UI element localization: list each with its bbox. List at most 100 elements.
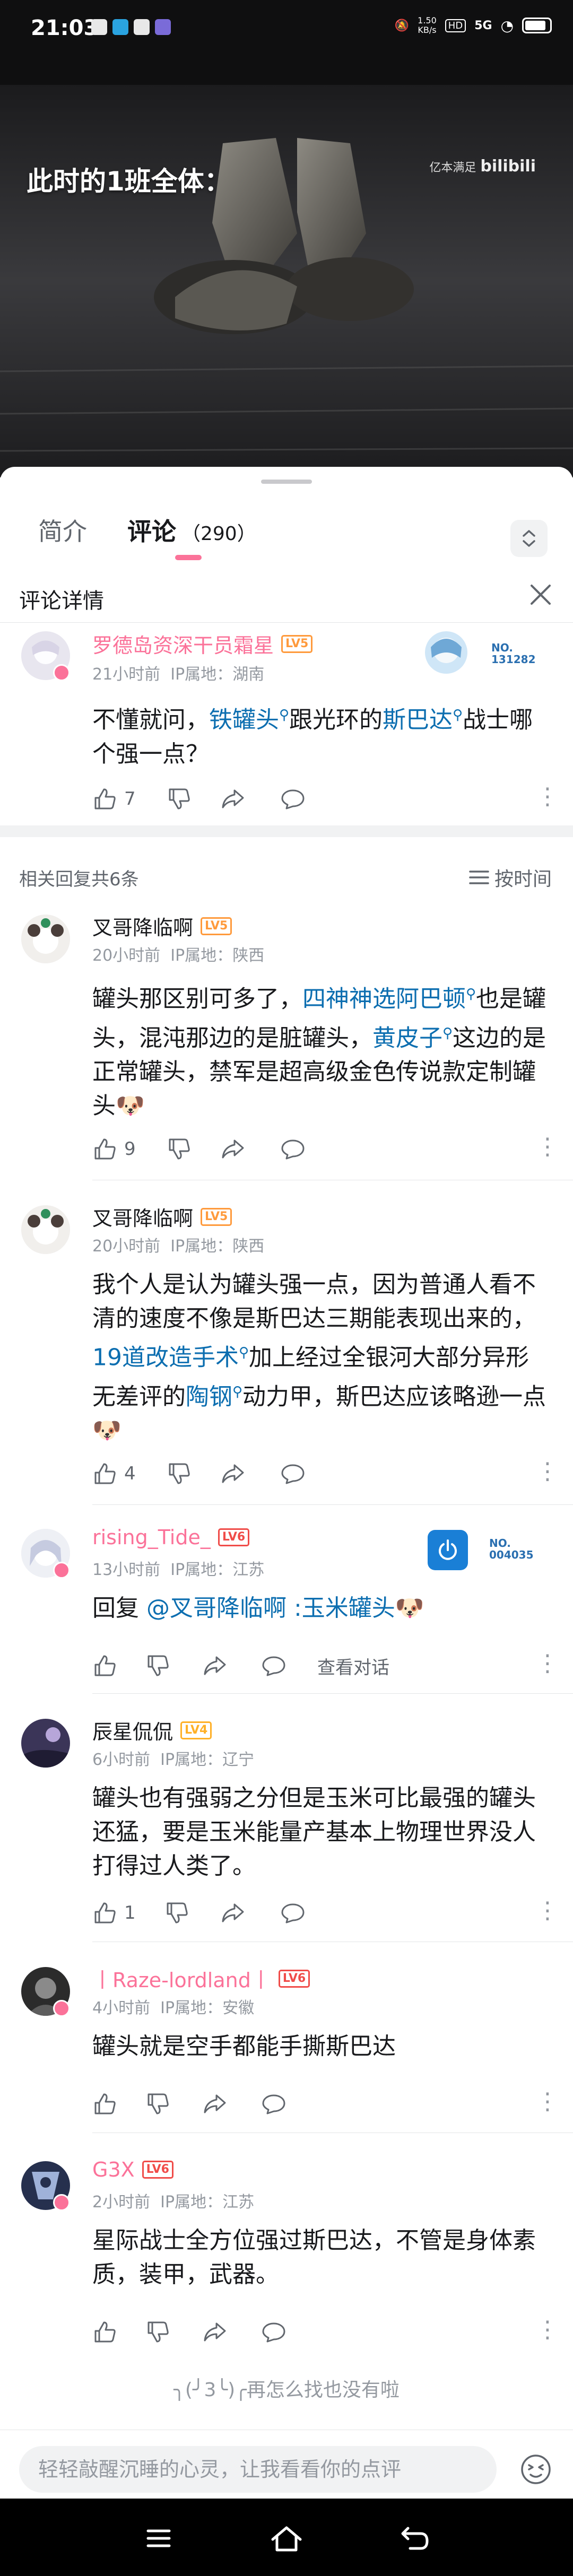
username-text: 辰星侃侃 [92,1720,173,1744]
mention-link[interactable]: @叉哥降临啊 [146,1595,286,1622]
comment-content: 回复 @叉哥降临啊 :玉米罐头🐶 [92,1591,551,1625]
more-options-icon[interactable]: ⋮ [536,2318,559,2342]
share-button[interactable] [220,1458,245,1490]
comment-username[interactable]: 叉哥降临啊 LV5 [92,911,232,941]
comment-meta: 21小时前 IP属地：湖南 [92,661,264,684]
menu-button[interactable] [140,2520,177,2557]
more-options-icon[interactable]: ⋮ [536,785,559,808]
more-options-icon[interactable]: ⋮ [536,2090,559,2113]
search-link[interactable]: 斯巴达 [383,707,453,734]
reply-button[interactable] [280,783,306,815]
comment-bubble-icon [262,1656,285,1676]
search-link[interactable]: 黄皮子 [372,1024,442,1051]
search-link[interactable]: 铁罐头 [209,707,279,734]
view-conversation-link[interactable]: 查看对话 [317,1650,389,1682]
content-text: 我个人是认为罐头强一点，因为普通人看不清的速度不像是斯巴达三期能表现出来的， [92,1271,536,1332]
more-options-icon[interactable]: ⋮ [536,1460,559,1483]
search-link[interactable]: 陶钢 [186,1383,232,1410]
tab-comments-label: 评论 [127,517,176,546]
like-button[interactable]: 4 [92,1458,136,1490]
reply-comment: 辰星侃侃 LV4 6小时前 IP属地：辽宁 罐头也有强弱之分但是玉米可比最强的罐… [0,1715,573,1943]
search-link[interactable]: :玉米罐头 [286,1595,395,1622]
comment-username[interactable]: 罗德岛资深干员霜星 LV5 [92,629,313,658]
comment-input-wrapper [19,2446,497,2493]
dislike-button[interactable] [167,783,192,815]
avatar[interactable] [21,915,70,963]
nameplate-no: NO. [489,1537,511,1550]
app-notification-icon [155,19,171,35]
fan-nameplate[interactable]: NO. 004035 [428,1530,555,1574]
dislike-button[interactable] [145,2088,171,2120]
comment-actions: 9 ⋮ [92,1133,559,1165]
search-link[interactable]: 四神神选阿巴顿 [302,986,466,1013]
share-button[interactable] [220,783,245,815]
search-link[interactable]: 19道改造手术 [92,1344,239,1371]
comment-ip: IP属地：江苏 [160,2193,255,2212]
reply-button[interactable] [280,1897,306,1929]
username-text: G3X [92,2158,135,2181]
comment-bubble-icon [281,789,305,810]
dislike-button[interactable] [145,2316,171,2348]
power-icon [428,1530,468,1570]
more-options-icon[interactable]: ⋮ [536,1652,559,1675]
close-icon[interactable] [527,581,554,608]
tab-intro[interactable]: 简介 [38,512,87,547]
share-button[interactable] [220,1897,245,1929]
telegram-icon [112,19,128,35]
comment-ip: IP属地：辽宁 [160,1751,255,1769]
share-button[interactable] [202,1650,227,1682]
app-notification-icon [134,19,150,35]
fan-nameplate[interactable]: NO. 131282 [417,626,544,679]
comment-username[interactable]: 叉哥降临啊 LV5 [92,1202,232,1231]
nameplate-number: NO. 004035 [489,1537,534,1561]
nameplate-num: 131282 [491,653,536,666]
like-count: 9 [124,1138,136,1160]
reply-button[interactable] [280,1458,306,1490]
comment-ip: IP属地：湖南 [170,665,265,684]
reply-button[interactable] [261,2088,286,2120]
dislike-button[interactable] [164,1897,190,1929]
like-button[interactable]: 1 [92,1897,136,1929]
comment-input[interactable] [19,2446,497,2493]
like-button[interactable]: 9 [92,1133,136,1165]
tab-comments[interactable]: 评论 （290） [127,512,256,547]
dislike-button[interactable] [167,1458,192,1490]
reply-button[interactable] [261,2316,286,2348]
like-button[interactable]: 7 [92,783,136,815]
level-badge: LV5 [281,634,313,653]
share-button[interactable] [202,2316,227,2348]
comment-username[interactable]: 辰星侃侃 LV4 [92,1716,212,1745]
emoji-icon[interactable] [520,2453,552,2485]
reply-button[interactable] [261,1650,286,1682]
comment-username[interactable]: 丨Raze-lordland丨 LV6 [92,1964,310,1993]
like-button[interactable] [92,1650,118,1682]
avatar[interactable] [21,1205,70,1254]
tab-bar: 简介 评论 （290） [0,491,573,560]
share-button[interactable] [202,2088,227,2120]
video-player[interactable]: 21:03 🔕 1.50 KB/s HD 5G ◔ 此时的1班全体： 亿本满足 bi… [0,0,573,477]
like-button[interactable] [92,2316,118,2348]
dislike-button[interactable] [167,1133,192,1165]
share-icon [222,1903,244,1922]
comment-username[interactable]: rising_Tide_ LV6 [92,1526,250,1549]
bilibili-logo: bilibili [480,157,536,176]
thumb-up-icon [94,788,116,810]
avatar[interactable] [21,1719,70,1768]
share-button[interactable] [220,1133,245,1165]
dislike-button[interactable] [145,1650,171,1682]
home-button[interactable] [268,2520,305,2557]
vip-badge-icon [53,664,70,681]
more-options-icon[interactable]: ⋮ [536,1899,559,1922]
back-button[interactable] [396,2520,433,2557]
more-options-icon[interactable]: ⋮ [536,1135,559,1159]
drag-handle[interactable] [261,480,312,484]
comment-username[interactable]: G3X LV6 [92,2158,173,2181]
thumb-down-icon [147,2093,169,2114]
expand-toggle-button[interactable] [510,520,548,557]
comment-meta: 6小时前 IP属地：辽宁 [92,1746,254,1770]
comment-bubble-icon [281,1464,305,1484]
reply-button[interactable] [280,1133,306,1165]
like-button[interactable] [92,2088,118,2120]
thumb-down-icon [167,1902,188,1924]
sort-button[interactable]: 按时间 [469,864,552,891]
